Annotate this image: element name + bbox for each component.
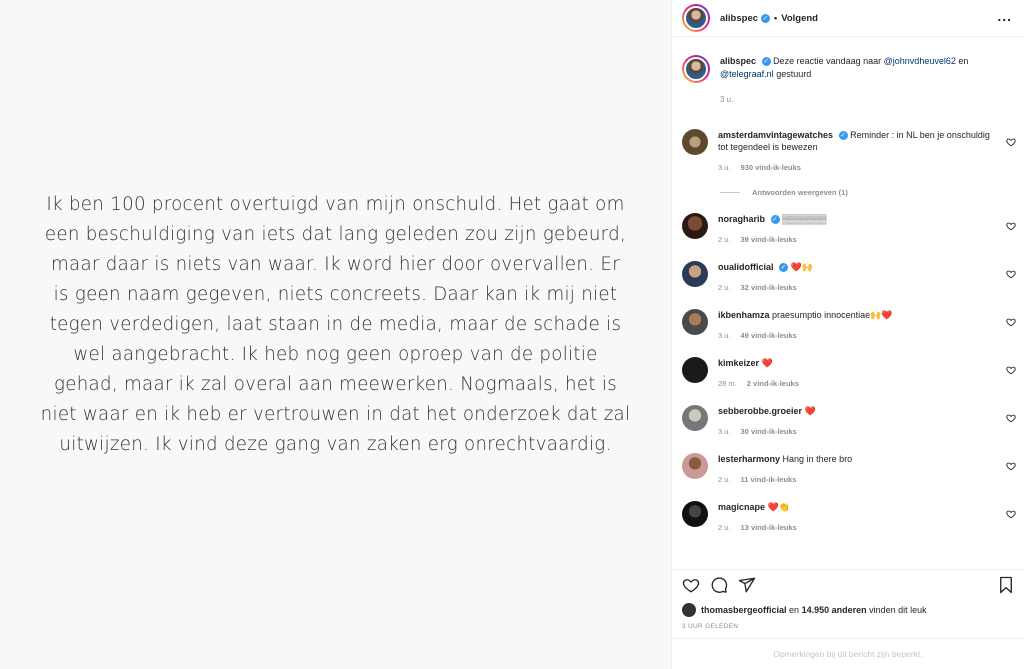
caption-text-after: gestuurd [776, 68, 812, 79]
avatar[interactable] [682, 4, 710, 32]
heart-icon[interactable] [1006, 509, 1016, 519]
post-timestamp[interactable]: 3 UUR GELEDEN [672, 617, 1024, 630]
verified-icon: ✓ [770, 215, 780, 225]
comment-item: amsterdamvintagewatches ✓ Reminder : in … [672, 128, 1024, 175]
comment-time[interactable]: 3 u. [718, 331, 731, 340]
likes-middle: en [789, 605, 800, 615]
comment-time[interactable]: 2 u. [718, 235, 731, 244]
comment-item: lesterharmony Hang in there bro 2 u. 11 vi… [672, 453, 1024, 486]
comment-likes[interactable]: 30 vind-ik-leuks [741, 427, 797, 436]
post-text: Ik ben 100 procent overtuigd van mijn on… [40, 193, 631, 455]
caption-text-before: Deze reactie vandaag naar [773, 56, 882, 66]
comment-likes[interactable]: 930 vind-ik-leuks [741, 163, 801, 172]
likes-end: vinden dit leuk [869, 605, 927, 615]
comment-item: ikbenhamza praesumptio innocentiae🙌❤️ 3 u… [672, 309, 1024, 342]
comment-username[interactable]: noragharib [718, 214, 765, 224]
comment-likes[interactable]: 13 vind-ik-leuks [741, 523, 797, 532]
action-bar [672, 569, 1024, 600]
verified-icon: ✓ [761, 57, 771, 67]
header-username[interactable]: alibspec [720, 13, 758, 24]
comment-username[interactable]: lesterharmony [718, 454, 780, 464]
comment-time[interactable]: 2 u. [718, 475, 731, 484]
comment-likes[interactable]: 11 vind-ik-leuks [741, 475, 797, 484]
comment-avatar[interactable] [682, 128, 708, 155]
mention-link[interactable]: @telegraaf.nl [720, 69, 774, 79]
comment-username[interactable]: oualidofficial [718, 262, 774, 272]
comment-text: praesumptio innocentiae🙌❤️ [772, 310, 893, 320]
mention-link[interactable]: @johnvdheuvel62 [884, 56, 956, 66]
footer-text: Opmerkingen bij dit bericht zijn beperkt… [773, 649, 923, 659]
comment-item: magicnape ❤️👏 2 u. 13 vind-ik-leuks [672, 501, 1024, 534]
comment-item: noragharib ✓ ▒▒▒▒▒▒▒ 2 u. 39 vind-ik-leuks [672, 213, 1024, 246]
comment-avatar[interactable] [682, 357, 708, 383]
comment-text: Hang in there bro [782, 454, 853, 464]
comment-text: ▒▒▒▒▒▒▒ [782, 214, 827, 224]
comment-avatar[interactable] [682, 405, 708, 431]
comment-likes[interactable]: 49 vind-ik-leuks [741, 331, 797, 340]
verified-icon: ✓ [779, 263, 789, 273]
comment-item: oualidofficial ✓ ❤️🙌 2 u. 32 vind-ik-leuks [672, 261, 1024, 294]
comment-text: ❤️🙌 [790, 262, 813, 272]
verified-icon: ✓ [761, 13, 771, 23]
comment-avatar[interactable] [682, 213, 708, 239]
comments-list[interactable]: alibspec ✓ Deze reactie vandaag naar @jo… [672, 37, 1024, 569]
liker-avatar[interactable] [682, 603, 696, 617]
heart-icon[interactable] [1006, 221, 1016, 231]
header-separator: • [774, 13, 778, 23]
comments-limited-notice: Opmerkingen bij dit bericht zijn beperkt… [672, 638, 1024, 669]
comment-time[interactable]: 28 m. [718, 379, 737, 388]
heart-icon[interactable] [682, 576, 700, 594]
comment-username[interactable]: kimkeizer [718, 358, 759, 368]
caption: alibspec ✓ Deze reactie vandaag naar @jo… [672, 55, 1024, 107]
post-header: alibspec ✓ • Volgend ... [672, 0, 1024, 37]
comment-username[interactable]: ikbenhamza [718, 310, 770, 320]
comment-avatar[interactable] [682, 501, 708, 527]
comment-time[interactable]: 2 u. [718, 283, 731, 292]
comment-likes[interactable]: 39 vind-ik-leuks [741, 235, 797, 244]
comment-likes[interactable]: 32 vind-ik-leuks [741, 283, 797, 292]
paper-plane-icon[interactable] [738, 576, 756, 594]
heart-icon[interactable] [1006, 137, 1016, 147]
follow-button[interactable]: Volgend [781, 13, 818, 24]
comment-avatar[interactable] [682, 261, 708, 287]
comment-item: sebberobbe.groeier ❤️ 3 u. 30 vind-ik-leuk… [672, 405, 1024, 438]
heart-icon[interactable] [1006, 413, 1016, 423]
comment-text: ❤️ [761, 358, 773, 368]
comment-username[interactable]: magicnape [718, 502, 765, 512]
liker-username[interactable]: thomasbergeofficial [701, 605, 787, 615]
caption-username[interactable]: alibspec [720, 56, 756, 66]
comment-likes[interactable]: 2 vind-ik-leuks [747, 379, 799, 388]
view-replies-label[interactable]: Antwoorden weergeven (1) [752, 188, 848, 197]
more-icon[interactable]: ... [997, 8, 1012, 24]
view-replies-button[interactable]: Antwoorden weergeven (1) [720, 188, 1024, 197]
comment-item: kimkeizer ❤️ 28 m. 2 vind-ik-leuks [672, 357, 1024, 390]
comment-username[interactable]: sebberobbe.groeier [718, 406, 802, 416]
comment-username[interactable]: amsterdamvintagewatches [718, 130, 833, 140]
comment-time[interactable]: 2 u. [718, 523, 731, 532]
heart-icon[interactable] [1006, 269, 1016, 279]
caption-time[interactable]: 3 u. [720, 94, 968, 107]
post-image[interactable]: Ik ben 100 procent overtuigd van mijn on… [0, 0, 671, 669]
comment-text: ❤️👏 [767, 502, 790, 512]
comment-text: ❤️ [804, 406, 816, 416]
caption-avatar[interactable] [682, 55, 710, 83]
heart-icon[interactable] [1006, 461, 1016, 471]
heart-icon[interactable] [1006, 365, 1016, 375]
comment-avatar[interactable] [682, 309, 708, 335]
comment-avatar[interactable] [682, 453, 708, 479]
heart-icon[interactable] [1006, 317, 1016, 327]
post-panel: alibspec ✓ • Volgend ... alibspec ✓ Deze… [671, 0, 1024, 669]
verified-icon: ✓ [838, 130, 848, 140]
likes-count[interactable]: 14.950 anderen [802, 605, 867, 615]
bookmark-icon[interactable] [998, 576, 1014, 594]
likes-summary: thomasbergeofficial en 14.950 anderen vi… [672, 600, 1024, 617]
caption-text-mid: en [958, 56, 969, 66]
comment-time[interactable]: 3 u. [718, 163, 731, 172]
comment-time[interactable]: 3 u. [718, 427, 731, 436]
comment-icon[interactable] [710, 576, 728, 594]
